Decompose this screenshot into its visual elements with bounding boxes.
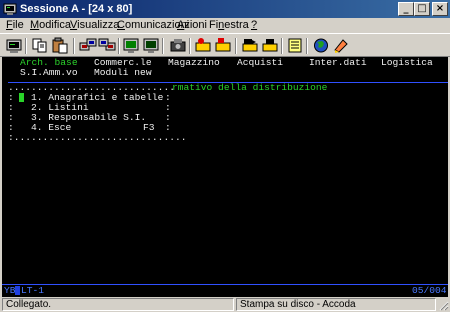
- macro-icon[interactable]: [142, 37, 160, 54]
- toolbar-separator: [25, 38, 27, 54]
- toolbar-separator: [235, 38, 237, 54]
- menu-visualizza[interactable]: Visualizza: [70, 19, 119, 32]
- keyboard-map-icon[interactable]: [241, 37, 259, 54]
- clipboard-icon[interactable]: [261, 37, 279, 54]
- toolbar-separator: [118, 38, 120, 54]
- close-button[interactable]: ×: [432, 2, 448, 16]
- terminal-menu-logistica[interactable]: Logistica: [381, 57, 433, 68]
- menu-bar: File Modifica Visualizza Comunicazioni A…: [0, 18, 450, 33]
- terminal-menu-magazzino[interactable]: Magazzino: [168, 57, 220, 68]
- minimize-button[interactable]: _: [398, 2, 414, 16]
- toolbar-separator: [162, 38, 164, 54]
- terminal-screen[interactable]: Arch. base Commerc.le Magazzino Acquisti…: [2, 57, 448, 297]
- menu-help[interactable]: ?: [251, 19, 257, 32]
- terminal-menu-moduli[interactable]: Moduli new: [94, 67, 152, 78]
- record-macro-icon[interactable]: [169, 37, 187, 54]
- notes-icon[interactable]: [286, 37, 304, 54]
- window-title: Sessione A - [24 x 80]: [20, 3, 133, 15]
- status-bar: Collegato. Stampa su disco - Accoda: [0, 297, 450, 312]
- toolbar-separator: [281, 38, 283, 54]
- oia-cursor-position: 05/004: [412, 285, 447, 296]
- help-icon[interactable]: [332, 37, 350, 54]
- resize-grip-icon[interactable]: [438, 300, 449, 311]
- terminal-menu-interdati[interactable]: Inter.dati: [309, 57, 367, 68]
- minimize-icon: _: [403, 3, 409, 14]
- maximize-button[interactable]: □: [414, 2, 430, 16]
- status-print: Stampa su disco - Accoda: [236, 298, 436, 311]
- print-screen-icon[interactable]: [5, 37, 23, 54]
- close-icon: ×: [435, 3, 445, 14]
- menu-modifica[interactable]: Modifica: [30, 19, 71, 32]
- popup-title: rmativo della distribuzione: [172, 82, 328, 93]
- toolbar-separator: [306, 38, 308, 54]
- terminal-menu-acquisti[interactable]: Acquisti: [237, 57, 283, 68]
- send-file-icon[interactable]: [79, 37, 97, 54]
- oia-cursor-block: [15, 286, 20, 295]
- play-macro-icon[interactable]: [214, 37, 232, 54]
- stop-macro-icon[interactable]: [194, 37, 212, 54]
- oia-indicator: YB: [4, 285, 16, 296]
- toolbar-separator: [73, 38, 75, 54]
- toolbar-separator: [189, 38, 191, 54]
- display-setup-icon[interactable]: [122, 37, 140, 54]
- terminal-menu-siamm[interactable]: S.I.Amm.vo: [20, 67, 78, 78]
- menu-file[interactable]: File: [6, 19, 24, 32]
- paste-icon[interactable]: [51, 37, 69, 54]
- receive-file-icon[interactable]: [98, 37, 116, 54]
- toolbar: [0, 33, 450, 57]
- status-connection: Collegato.: [2, 298, 234, 311]
- menu-finestra[interactable]: Finestra: [209, 19, 249, 32]
- copy-icon[interactable]: [31, 37, 49, 54]
- globe-icon[interactable]: [312, 37, 330, 54]
- cursor-block: [19, 93, 24, 104]
- popup-bottom-border: :..............................: [8, 132, 187, 143]
- maximize-icon: □: [417, 3, 427, 14]
- app-icon[interactable]: [3, 2, 17, 16]
- title-bar: Sessione A - [24 x 80] _ □ ×: [0, 0, 450, 18]
- menu-azioni[interactable]: Azioni: [177, 19, 207, 32]
- oia-session: LT-1: [21, 285, 45, 296]
- oia-divider: [2, 284, 448, 285]
